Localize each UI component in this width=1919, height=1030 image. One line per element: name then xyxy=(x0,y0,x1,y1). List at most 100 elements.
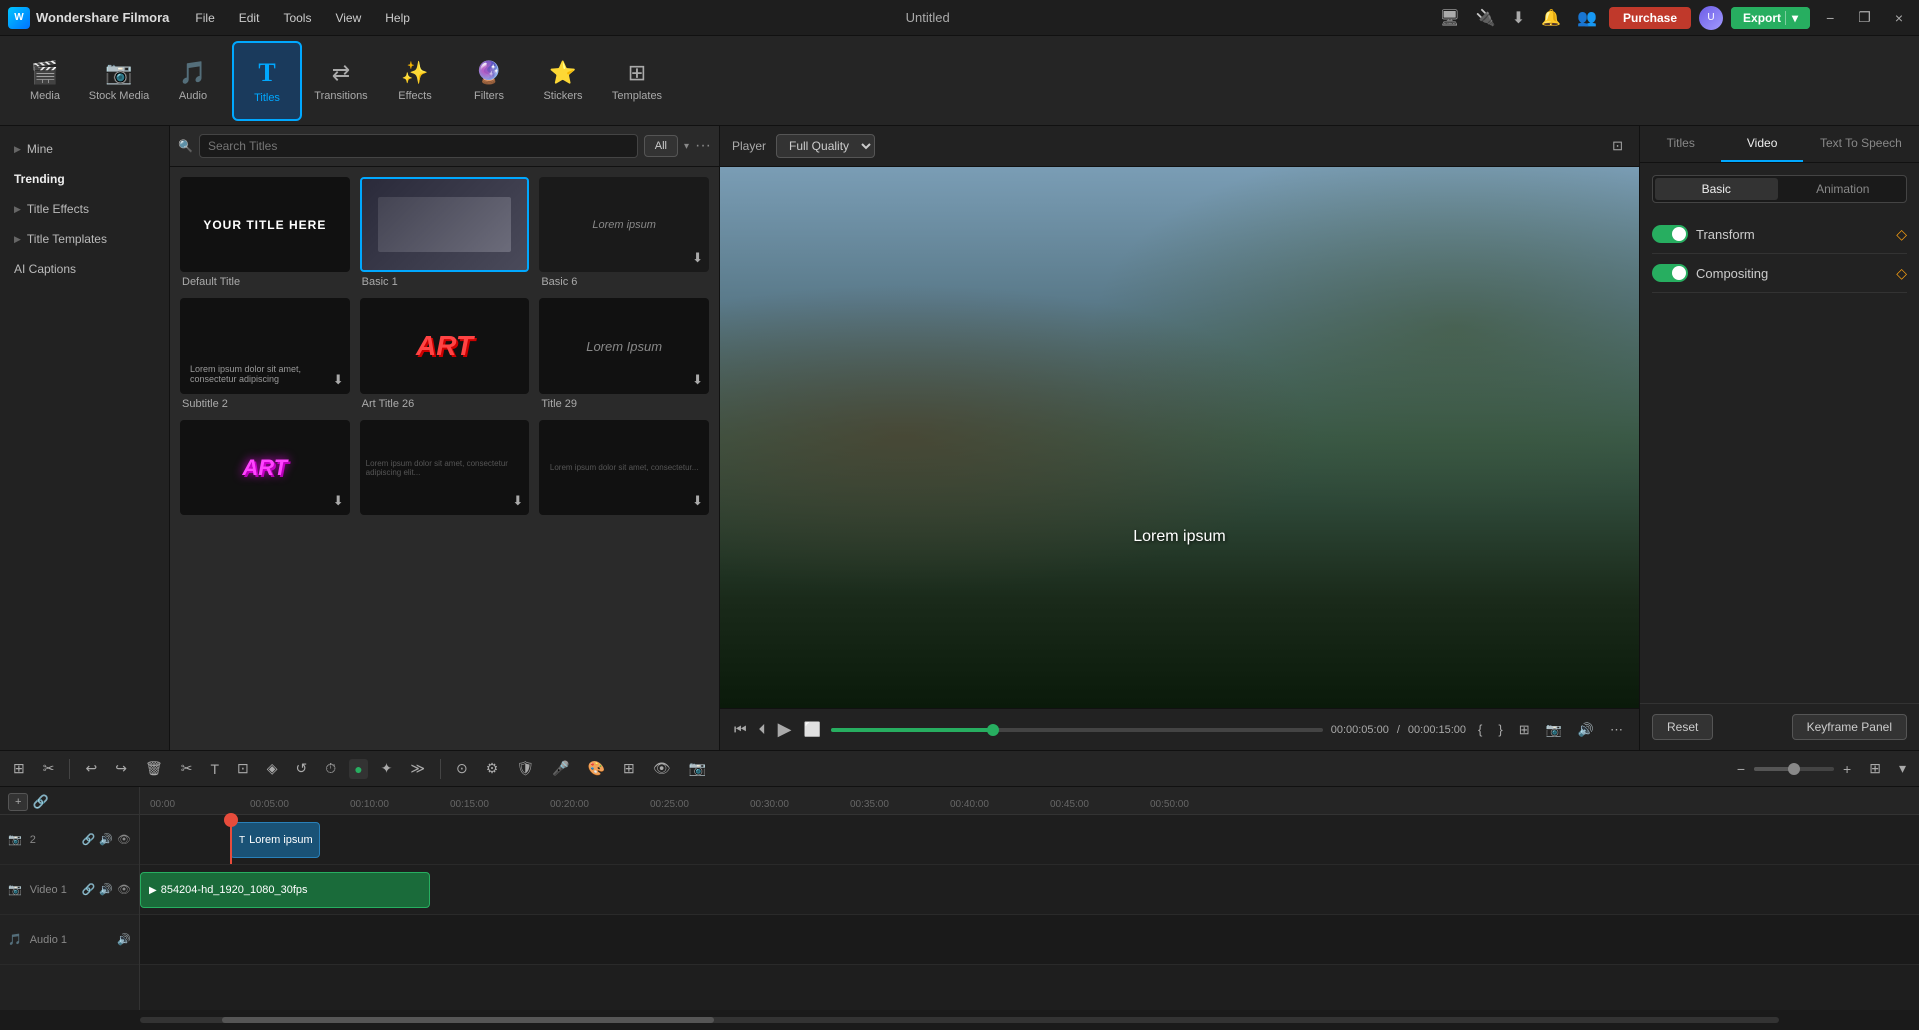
title-clip[interactable]: T Lorem ipsum xyxy=(230,822,320,858)
tl-mask-button[interactable]: ◈ xyxy=(262,758,283,779)
tl-layout-button[interactable]: ⊞ xyxy=(8,758,30,779)
tl-snap-button[interactable]: ⊙ xyxy=(451,758,473,779)
tl-rotate-button[interactable]: ↺ xyxy=(291,758,313,779)
tl-link-button[interactable]: ⊞ xyxy=(618,758,640,779)
compositing-keyframe-icon[interactable]: ◇ xyxy=(1896,265,1907,282)
menu-file[interactable]: File xyxy=(185,7,224,29)
grid-item-art-pink[interactable]: ART ⬇ xyxy=(180,420,350,519)
tool-effects[interactable]: ✨ Effects xyxy=(380,41,450,121)
title29-download-icon[interactable]: ⬇ xyxy=(692,372,703,388)
more-preview-button[interactable]: ⋯ xyxy=(1606,720,1627,740)
track2-link-icon[interactable]: 🔗 xyxy=(82,833,96,846)
track-area-video1[interactable]: ▶ 854204-hd_1920_1080_30fps xyxy=(140,865,1919,915)
in-point-button[interactable]: { xyxy=(1474,720,1486,739)
grid-item-8[interactable]: Lorem ipsum dolor sit amet, consectetur.… xyxy=(539,420,709,519)
grid-item-art-title26[interactable]: ART Art Title 26 xyxy=(360,298,530,409)
tl-delete-button[interactable]: 🗑 xyxy=(140,758,168,779)
thumb-art-title26[interactable]: ART xyxy=(360,298,530,393)
tab-text-to-speech[interactable]: Text To Speech xyxy=(1803,126,1919,162)
snapshot-button[interactable]: 📷 xyxy=(1542,720,1566,740)
quality-select[interactable]: Full Quality xyxy=(776,134,875,158)
add-to-timeline-button[interactable]: ⊞ xyxy=(1515,720,1534,740)
video1-link-icon[interactable]: 🔗 xyxy=(82,883,96,896)
search-input[interactable] xyxy=(199,134,638,158)
filter-dropdown-arrow[interactable]: ▾ xyxy=(684,141,689,152)
sidebar-item-title-effects[interactable]: ▶ Title Effects xyxy=(0,194,169,224)
zoom-out-button[interactable]: − xyxy=(1732,759,1750,779)
maximize-button[interactable]: ❐ xyxy=(1850,7,1879,28)
progress-bar[interactable] xyxy=(831,728,1323,732)
play-button[interactable]: ▶ xyxy=(776,717,794,742)
track2-volume-icon[interactable]: 🔊 xyxy=(99,833,113,846)
tool-media[interactable]: 🎬 Media xyxy=(10,41,80,121)
thumb-7[interactable]: Lorem ipsum dolor sit amet, consectetur … xyxy=(360,420,530,515)
tl-mic-button[interactable]: 🎤 xyxy=(547,758,574,779)
step-back-button[interactable]: ⏮ xyxy=(732,719,749,740)
thumb-8[interactable]: Lorem ipsum dolor sit amet, consectetur.… xyxy=(539,420,709,515)
subtitle2-download-icon[interactable]: ⬇ xyxy=(333,372,344,388)
tool-titles[interactable]: T Titles xyxy=(232,41,302,121)
volume-button[interactable]: 🔊 xyxy=(1574,720,1598,740)
close-button[interactable]: × xyxy=(1887,8,1911,28)
zoom-in-button[interactable]: + xyxy=(1838,759,1856,779)
tool-filters[interactable]: 🔮 Filters xyxy=(454,41,524,121)
sidebar-item-trending[interactable]: Trending xyxy=(0,164,169,194)
plugins-icon[interactable]: 🔌 xyxy=(1472,6,1500,30)
thumb-default-title[interactable]: YOUR TITLE HERE xyxy=(180,177,350,272)
link-tracks-button[interactable]: 🔗 xyxy=(32,794,48,810)
video1-volume-icon[interactable]: 🔊 xyxy=(99,883,113,896)
monitor-icon[interactable]: 🖥 xyxy=(1436,6,1464,30)
account-icon[interactable]: 👥 xyxy=(1573,6,1601,30)
add-track-button[interactable]: + xyxy=(8,793,28,811)
grid-item-basic1[interactable]: Basic 1 xyxy=(360,177,530,288)
tl-clip-button[interactable]: ● xyxy=(349,759,367,779)
out-point-button[interactable]: } xyxy=(1494,720,1506,739)
keyframe-panel-button[interactable]: Keyframe Panel xyxy=(1792,714,1907,740)
tl-crop-button[interactable]: ⊡ xyxy=(232,758,254,779)
menu-edit[interactable]: Edit xyxy=(229,7,270,29)
more-options-button[interactable]: ··· xyxy=(695,137,711,155)
tl-cut-button[interactable]: ✂ xyxy=(176,758,198,779)
tool-stock-media[interactable]: 📷 Stock Media xyxy=(84,41,154,121)
track-area-2[interactable]: T Lorem ipsum xyxy=(140,815,1919,865)
tl-undo-button[interactable]: ↩ xyxy=(80,758,102,779)
tl-color-button[interactable]: 🎨 xyxy=(583,758,610,779)
download-icon[interactable]: ⬇ xyxy=(1508,6,1529,30)
thumb-basic1[interactable] xyxy=(360,177,530,272)
sidebar-item-title-templates[interactable]: ▶ Title Templates xyxy=(0,224,169,254)
subtab-basic[interactable]: Basic xyxy=(1655,178,1778,200)
tl-grid-view-button[interactable]: ⊞ xyxy=(1864,758,1886,779)
tl-more-button[interactable]: ≫ xyxy=(405,758,430,779)
export-button[interactable]: Export ▾ xyxy=(1731,7,1810,29)
tl-camera-button[interactable]: 📷 xyxy=(684,758,711,779)
tl-options-button[interactable]: ▾ xyxy=(1894,758,1911,779)
tool-transitions[interactable]: ⇄ Transitions xyxy=(306,41,376,121)
tl-settings-button[interactable]: ⚙ xyxy=(481,758,504,779)
sidebar-item-mine[interactable]: ▶ Mine xyxy=(0,134,169,164)
grid-item-basic6[interactable]: Lorem ipsum ⬇ Basic 6 xyxy=(539,177,709,288)
compositing-toggle[interactable] xyxy=(1652,264,1688,282)
grid-item-default-title[interactable]: YOUR TITLE HERE Default Title xyxy=(180,177,350,288)
tool-templates[interactable]: ⊞ Templates xyxy=(602,41,672,121)
transform-keyframe-icon[interactable]: ◇ xyxy=(1896,226,1907,243)
thumb-basic6[interactable]: Lorem ipsum ⬇ xyxy=(539,177,709,272)
timeline-horizontal-scrollbar[interactable] xyxy=(140,1017,1779,1023)
sidebar-item-ai-captions[interactable]: AI Captions xyxy=(0,254,169,284)
menu-help[interactable]: Help xyxy=(375,7,420,29)
art-pink-download-icon[interactable]: ⬇ xyxy=(333,493,344,509)
fullscreen-icon[interactable]: ⊡ xyxy=(1608,136,1627,156)
tl-redo-button[interactable]: ↪ xyxy=(110,758,132,779)
track-area-audio1[interactable] xyxy=(140,915,1919,965)
audio1-volume-icon[interactable]: 🔊 xyxy=(117,933,131,946)
thumb8-download-icon[interactable]: ⬇ xyxy=(692,493,703,509)
tl-eye-button[interactable]: 👁 xyxy=(648,758,676,779)
menu-view[interactable]: View xyxy=(325,7,371,29)
tl-select-button[interactable]: ✂ xyxy=(38,758,60,779)
timeline-main[interactable]: 00:00 00:05:00 00:10:00 00:15:00 00:20:0… xyxy=(140,787,1919,1010)
tl-ai-button[interactable]: ✦ xyxy=(376,758,398,779)
video1-eye-icon[interactable]: 👁 xyxy=(117,883,131,896)
zoom-slider[interactable] xyxy=(1754,767,1834,771)
transform-toggle[interactable] xyxy=(1652,225,1688,243)
track2-eye-icon[interactable]: 👁 xyxy=(117,833,131,846)
purchase-button[interactable]: Purchase xyxy=(1609,7,1691,29)
